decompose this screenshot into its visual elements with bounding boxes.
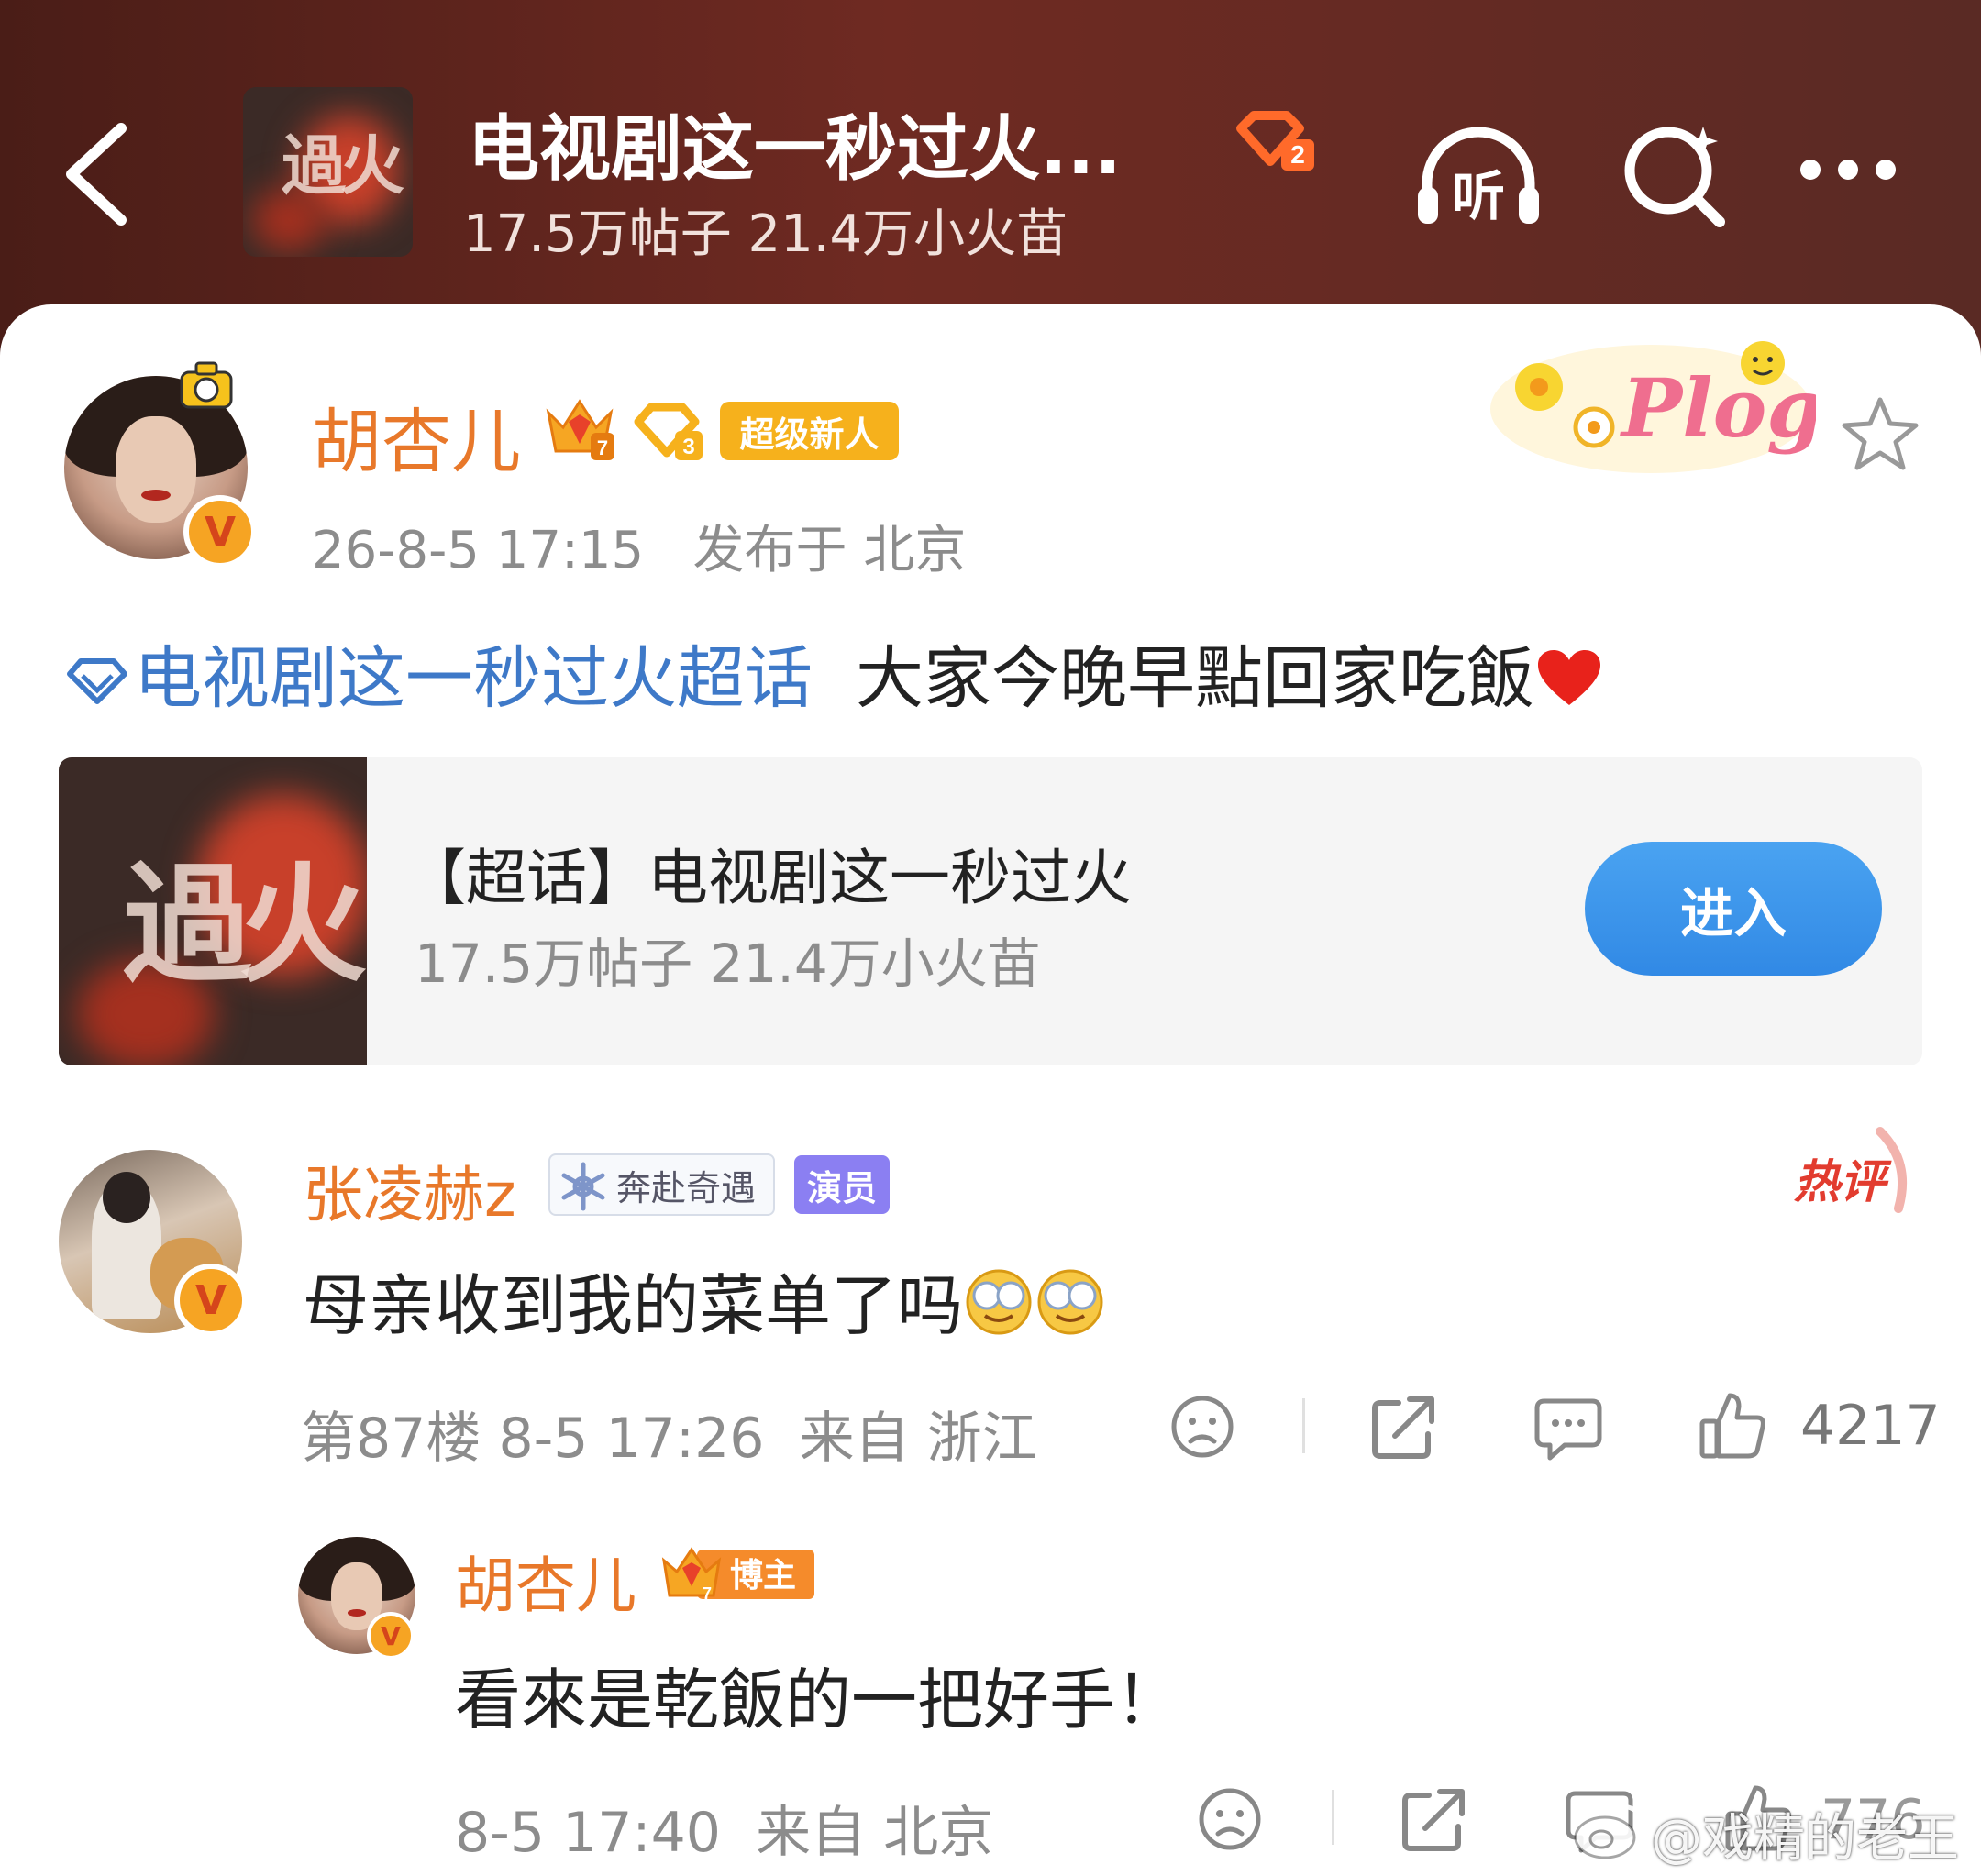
share-icon[interactable] — [1401, 1786, 1469, 1852]
listen-headphone-icon[interactable]: 听 — [1412, 119, 1545, 229]
fan-badge: 奔赴奇遇 — [548, 1153, 775, 1216]
actor-badge: 演员 — [794, 1155, 890, 1214]
level-diamond-icon: 3 — [634, 403, 703, 460]
reply-meta: 8-5 17:40 来自 北京 — [455, 1788, 993, 1868]
crown-member-icon: 7 — [546, 399, 614, 460]
comment-floor: 第87楼 — [301, 1407, 481, 1471]
reply-location: 来自 北京 — [756, 1801, 994, 1865]
dislike-sad-face-icon[interactable] — [1169, 1394, 1235, 1460]
svg-text:热评: 热评 — [1794, 1155, 1892, 1208]
enter-topic-button[interactable]: 进入 — [1585, 842, 1882, 976]
svg-text:2: 2 — [1290, 140, 1305, 169]
comment-meta: 第87楼 8-5 17:26 来自 浙江 — [301, 1394, 1037, 1473]
post-card — [0, 304, 1981, 1876]
verified-v-icon: V — [174, 1264, 248, 1337]
comment-bubble-icon[interactable] — [1533, 1397, 1603, 1462]
topic-card-title: 【超话】电视剧这一秒过火 — [405, 843, 1132, 913]
plog-sticker-icon: Plog — [1490, 341, 1816, 473]
topic-stats: 17.5万帖子 21.4万小火苗 — [463, 204, 1068, 264]
laugh-cry-emoji-icon — [966, 1269, 1032, 1335]
super-topic-card[interactable]: 過火 【超话】电视剧这一秒过火 17.5万帖子 21.4万小火苗 进入 — [59, 757, 1922, 1065]
blogger-crown-badge: 7 博主 — [661, 1547, 814, 1603]
post-author-name[interactable]: 胡杏儿 — [312, 385, 521, 486]
dislike-sad-face-icon[interactable] — [1197, 1786, 1263, 1852]
weibo-logo-icon — [1574, 1804, 1643, 1859]
topic-title: 电视剧这一秒过火... — [468, 108, 1122, 191]
back-arrow-icon[interactable] — [55, 119, 138, 229]
svg-text:博主: 博主 — [730, 1557, 796, 1595]
commenter-name[interactable]: 张凌赫z — [303, 1146, 516, 1234]
snowflake-badge-icon — [561, 1162, 605, 1211]
reply-author-name[interactable]: 胡杏儿 — [455, 1537, 636, 1625]
reply-text: 看來是乾飯的一把好手！ — [455, 1661, 1182, 1738]
svg-text:3: 3 — [682, 435, 694, 459]
action-divider — [1332, 1790, 1334, 1845]
svg-text:7: 7 — [703, 1584, 712, 1603]
like-thumb-icon[interactable] — [1699, 1390, 1766, 1460]
topic-card-stats: 17.5万帖子 21.4万小火苗 — [415, 932, 1041, 995]
verified-v-icon: V — [367, 1612, 415, 1660]
comment-time: 8-5 17:26 — [498, 1407, 765, 1471]
share-icon[interactable] — [1371, 1394, 1439, 1460]
red-heart-icon — [1538, 650, 1601, 705]
laugh-cry-emoji-icon — [1037, 1269, 1103, 1335]
super-newbie-badge: 超级新人 — [720, 402, 899, 460]
super-topic-diamond-icon — [67, 658, 127, 704]
favorite-star-icon[interactable] — [1839, 394, 1921, 477]
super-topic-link[interactable]: 电视剧这一秒过火超话 — [134, 639, 813, 718]
svg-text:Plog: Plog — [1619, 360, 1816, 456]
hot-comment-tag: 热评 — [1794, 1127, 1908, 1213]
action-divider — [1302, 1398, 1305, 1453]
watermark-text: @戏精的老王 — [1651, 1809, 1959, 1869]
topic-cover-image[interactable]: 過火 — [243, 87, 413, 257]
search-icon[interactable] — [1619, 119, 1729, 229]
svg-text:7: 7 — [597, 436, 608, 459]
comment-like-count: 4217 — [1800, 1394, 1941, 1458]
post-location: 发布于 北京 — [692, 521, 967, 580]
more-options-icon[interactable] — [1798, 156, 1898, 183]
comment-location: 来自 浙江 — [799, 1407, 1037, 1471]
comment-text: 母亲收到我的菜单了吗 — [303, 1252, 1106, 1348]
reply-time: 8-5 17:40 — [455, 1801, 721, 1865]
topic-level-icon: 2 — [1236, 111, 1314, 171]
camera-decoration-icon — [180, 361, 233, 409]
post-content: 电视剧这一秒过火超话 大家今晚早點回家吃飯 — [64, 623, 1604, 722]
post-time: 26-8-5 17:15 — [312, 521, 645, 580]
svg-text:听: 听 — [1452, 165, 1505, 227]
topic-card-cover: 過火 — [59, 757, 367, 1065]
post-meta: 26-8-5 17:15 发布于 北京 — [312, 509, 966, 583]
post-text: 大家今晚早點回家吃飯 — [856, 639, 1535, 718]
verified-v-icon: V — [183, 495, 257, 568]
